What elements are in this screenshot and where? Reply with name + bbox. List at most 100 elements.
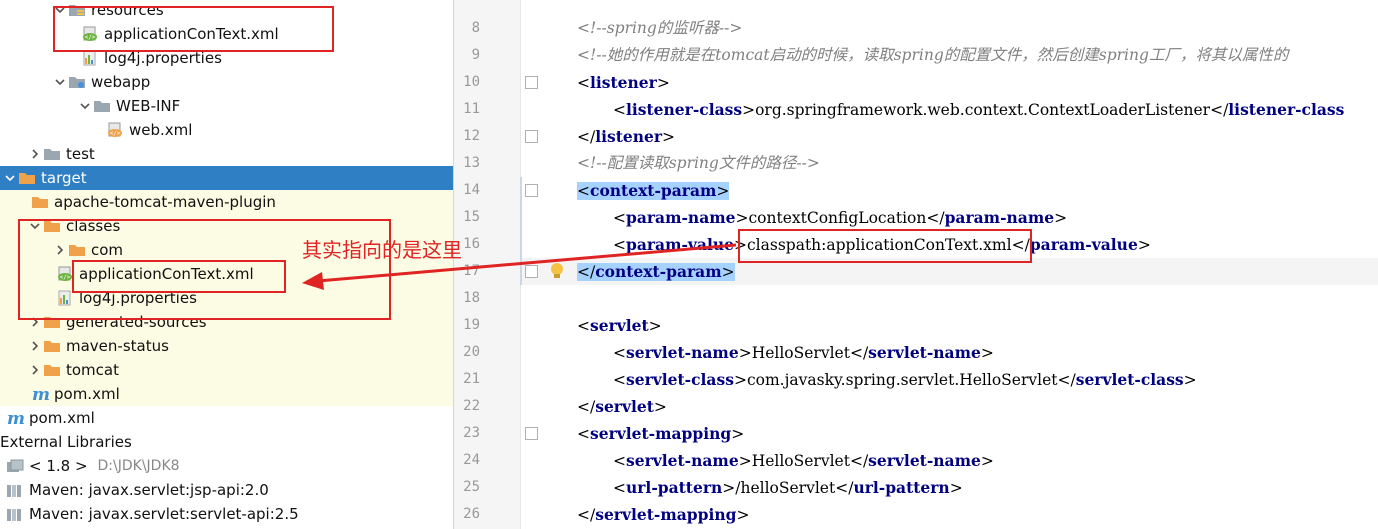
line-number: 15 (463, 209, 480, 225)
xml-tag-name: url-pattern (626, 478, 723, 497)
tree-item[interactable]: webapp (0, 70, 453, 94)
chevron-right-icon[interactable] (27, 142, 43, 166)
chevron-right-icon[interactable] (52, 238, 68, 262)
tree-item[interactable]: External Libraries (0, 430, 453, 454)
tree-item[interactable]: </> applicationConText.xml (0, 22, 453, 46)
orange-folder-icon (43, 338, 61, 354)
xml-text: org.springframework.web.context.ContextL… (755, 101, 1211, 119)
tree-item[interactable]: generated-sources (0, 310, 453, 334)
xml-bracket: < (613, 452, 626, 470)
code-line[interactable]: <url-pattern>/helloServlet</url-pattern> (613, 474, 963, 501)
tree-item-label: log4j.properties (104, 49, 222, 67)
xml-bracket: > (653, 398, 667, 416)
code-line[interactable]: </servlet> (577, 393, 667, 420)
tree-item[interactable]: test (0, 142, 453, 166)
line-number: 9 (471, 47, 480, 63)
code-line[interactable]: <!--配置读取spring文件的路径--> (577, 150, 820, 177)
library-icon (6, 506, 24, 522)
tree-item-label: < 1.8 > (29, 457, 88, 475)
line-number: 26 (463, 506, 480, 522)
tree-item[interactable]: resources (0, 0, 453, 22)
code-line[interactable]: <context-param> (577, 177, 730, 204)
line-number: 21 (463, 371, 480, 387)
xml-tag-name: listener (590, 73, 657, 92)
xml-tag-name: servlet (595, 397, 654, 416)
svg-text:</>: </> (85, 34, 96, 41)
tree-item-label: apache-tomcat-maven-plugin (54, 193, 276, 211)
chevron-down-icon[interactable] (77, 94, 93, 118)
xml-tag-name: servlet-name (626, 343, 739, 362)
chevron-down-icon[interactable] (52, 70, 68, 94)
xml-bracket: > (716, 182, 730, 200)
xml-bracket: > (980, 452, 994, 470)
code-line[interactable]: <servlet-name>HelloServlet</servlet-name… (613, 447, 994, 474)
fold-open-icon[interactable] (525, 427, 538, 440)
code-line[interactable]: <param-value>classpath:applicationConTex… (613, 231, 1151, 258)
lightbulb-icon[interactable] (549, 262, 565, 280)
tree-item[interactable]: com (0, 238, 453, 262)
folder-icon (43, 146, 61, 162)
xml-bracket: < (613, 236, 626, 254)
tree-item[interactable]: Maven: javax.servlet:servlet-api:2.5 (0, 502, 453, 526)
tree-item[interactable]: m pom.xml (0, 382, 453, 406)
xml-bracket: < (613, 371, 626, 389)
fold-open-icon[interactable] (525, 76, 538, 89)
tree-item[interactable]: < 1.8 > D:\JDK\JDK8 (0, 454, 453, 478)
orange-folder-icon (68, 242, 86, 258)
maven-icon: m (31, 385, 50, 405)
tree-item[interactable]: log4j.properties (0, 46, 453, 70)
project-tree[interactable]: resources </> applicationConText.xml log4j.… (0, 0, 454, 529)
code-line[interactable]: <listener> (577, 69, 670, 96)
code-line[interactable]: <servlet> (577, 312, 662, 339)
code-line[interactable]: <listener-class>org.springframework.web.… (613, 96, 1344, 123)
tree-item[interactable]: maven-status (0, 334, 453, 358)
tree-item[interactable]: classes (0, 214, 453, 238)
code-line[interactable]: <!--她的作用就是在tomcat启动的时候，读取spring的配置文件，然后创… (577, 42, 1288, 69)
xml-tag-name: servlet-mapping (590, 424, 732, 443)
code-line[interactable]: <servlet-name>HelloServlet</servlet-name… (613, 339, 994, 366)
code-line[interactable]: <!--spring的监听器--> (577, 15, 742, 42)
tree-item[interactable]: </> web.xml (0, 118, 453, 142)
tree-item[interactable]: log4j.properties (0, 286, 453, 310)
tree-item[interactable]: m pom.xml (0, 406, 453, 430)
fold-close-icon[interactable] (525, 130, 538, 143)
resources-folder-icon (68, 2, 86, 18)
line-number: 10 (463, 74, 480, 90)
chevron-right-icon[interactable] (27, 334, 43, 358)
fold-close-icon[interactable] (525, 265, 538, 278)
xml-tag-name: param-value (1029, 235, 1138, 254)
code-line[interactable]: </servlet-mapping> (577, 501, 749, 528)
code-line[interactable]: </listener> (577, 123, 675, 150)
chevron-down-icon[interactable] (2, 166, 18, 190)
chevron-down-icon[interactable] (52, 0, 68, 22)
code-line[interactable]: <servlet-class>com.javasky.spring.servle… (613, 366, 1197, 393)
svg-text:m: m (7, 410, 24, 426)
code-line[interactable]: <param-name>contextConfigLocation</param… (613, 204, 1067, 231)
orange-folder-icon (31, 194, 49, 210)
tree-item-label: webapp (91, 73, 151, 91)
chevron-down-icon[interactable] (27, 214, 43, 238)
maven-icon: m (6, 409, 25, 429)
xml-bracket: </ (1011, 236, 1030, 254)
xml-comment: <!--spring的监听器--> (577, 19, 743, 37)
chevron-right-icon[interactable] (27, 310, 43, 334)
xml-bracket: </ (835, 479, 854, 497)
line-number: 14 (463, 182, 480, 198)
tree-item[interactable]: apache-tomcat-maven-plugin (0, 190, 453, 214)
tree-item[interactable]: </> applicationConText.xml (0, 262, 453, 286)
tree-item-label: applicationConText.xml (79, 265, 254, 283)
code-line[interactable]: <servlet-mapping> (577, 420, 744, 447)
code-editor[interactable]: 8 <!--spring的监听器--> 9 <!--她的作用就是在tomcat启动的时… (454, 0, 1378, 529)
fold-open-icon[interactable] (525, 184, 538, 197)
tree-item-label: Maven: javax.servlet:jsp-api:2.0 (29, 481, 269, 499)
chevron-right-icon[interactable] (27, 358, 43, 382)
xml-tag-name: context-param (595, 262, 722, 281)
tree-item-label: maven-status (66, 337, 169, 355)
xml-bracket: > (648, 317, 662, 335)
code-line[interactable]: </context-param> (577, 258, 735, 285)
tree-item[interactable]: target (0, 166, 453, 190)
tree-item[interactable]: tomcat (0, 358, 453, 382)
tree-item[interactable]: WEB-INF (0, 94, 453, 118)
tree-item[interactable]: Maven: javax.servlet:jsp-api:2.0 (0, 478, 453, 502)
xml-bracket: > (722, 479, 736, 497)
